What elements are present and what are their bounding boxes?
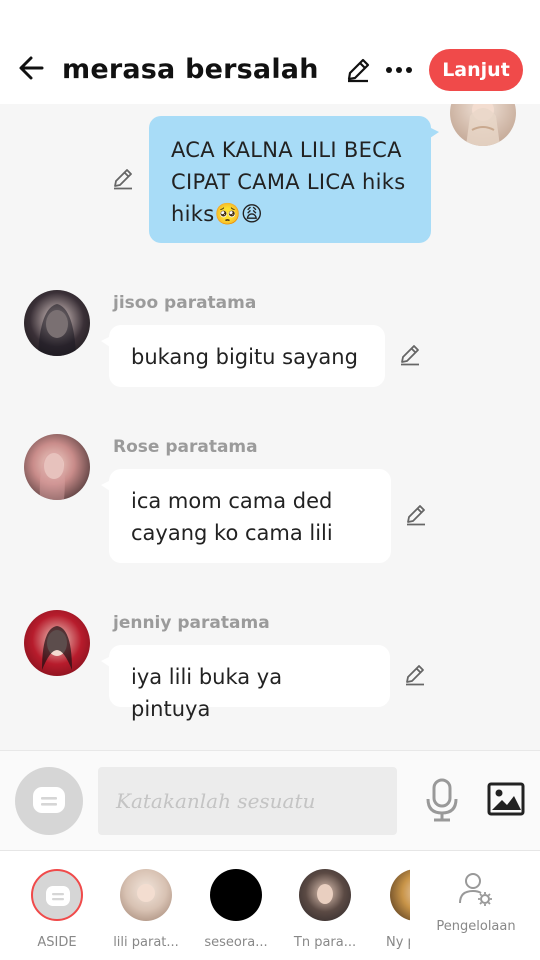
management-label: Pengelolaan <box>436 919 516 934</box>
character-label: seseora... <box>204 935 268 950</box>
message-type-button[interactable] <box>15 767 83 835</box>
character-seseorang[interactable]: seseora... <box>201 869 271 950</box>
character-tn[interactable]: Tn para... <box>290 869 360 950</box>
message-bubble-own[interactable]: ACA KALNA LILI BECA CIPAT CAMA LICA hiks… <box>149 116 439 243</box>
character-label: lili parat... <box>113 935 179 950</box>
avatar[interactable] <box>450 104 516 146</box>
user-settings-icon <box>459 873 492 906</box>
character-aside[interactable]: ASIDE <box>22 869 92 950</box>
avatar <box>390 869 410 921</box>
chat-area[interactable]: ACA KALNA LILI BECA CIPAT CAMA LICA hiks… <box>0 104 540 750</box>
avatar[interactable] <box>24 610 90 676</box>
avatar[interactable] <box>24 290 90 356</box>
character-bar: ASIDE lili parat... seseora... Tn para..… <box>0 850 540 960</box>
aside-icon <box>31 869 83 921</box>
character-label: Tn para... <box>293 935 357 950</box>
edit-message-icon[interactable] <box>403 663 427 687</box>
message-input[interactable]: Katakanlah sesuatu <box>98 767 397 835</box>
edit-message-icon[interactable] <box>111 167 135 191</box>
edit-message-icon[interactable] <box>404 503 428 527</box>
message-bubble[interactable]: bukang bigitu sayang <box>101 325 385 387</box>
more-options-icon[interactable] <box>384 56 414 84</box>
message-bubble[interactable]: ica mom cama ded cayang ko cama lili <box>101 469 391 563</box>
character-label: Ny p <box>386 935 410 950</box>
next-button[interactable]: Lanjut <box>429 49 523 91</box>
edit-message-icon[interactable] <box>398 343 422 367</box>
character-label: ASIDE <box>37 935 77 950</box>
back-arrow-icon[interactable] <box>16 52 48 84</box>
composer-bar: Katakanlah sesuatu <box>0 750 540 850</box>
microphone-icon[interactable] <box>424 777 460 823</box>
sender-name: jisoo paratama <box>113 293 257 313</box>
sender-name: Rose paratama <box>113 437 258 457</box>
management-button[interactable]: Pengelolaan <box>432 869 520 934</box>
avatar[interactable] <box>24 434 90 500</box>
image-icon[interactable] <box>487 782 525 816</box>
message-bubble[interactable]: iya lili buka ya pintuya <box>101 645 390 721</box>
sender-name: jenniy paratama <box>113 613 270 633</box>
avatar <box>210 869 262 921</box>
message-icon <box>33 787 65 813</box>
header-bar: merasa bersalah Lanjut <box>0 0 540 104</box>
scroll-fade <box>410 851 430 960</box>
avatar <box>299 869 351 921</box>
character-ny[interactable]: Ny p <box>376 869 410 950</box>
page-title: merasa bersalah <box>62 54 319 85</box>
pencil-icon[interactable] <box>344 56 372 84</box>
character-lili[interactable]: lili parat... <box>111 869 181 950</box>
avatar <box>120 869 172 921</box>
